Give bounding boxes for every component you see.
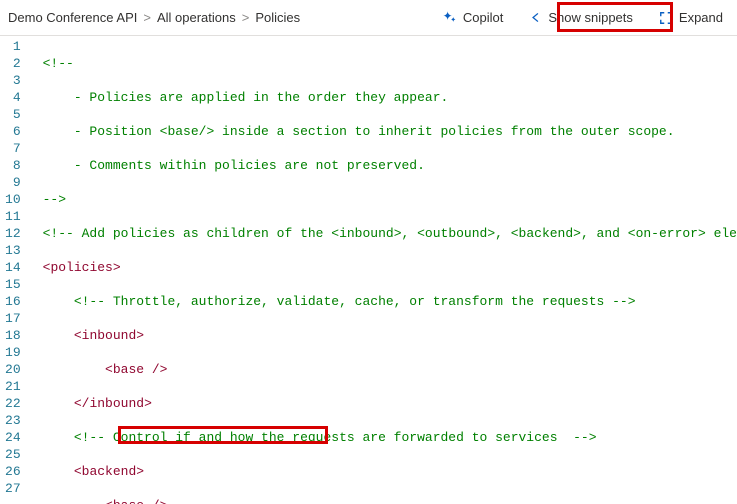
line-number: 14 bbox=[0, 259, 21, 276]
code-token: base bbox=[113, 362, 144, 377]
code-token: <!-- Add policies as children of the <in… bbox=[43, 226, 737, 241]
line-number: 27 bbox=[0, 480, 21, 497]
line-number: 16 bbox=[0, 293, 21, 310]
line-number: 21 bbox=[0, 378, 21, 395]
breadcrumb-item-policies[interactable]: Policies bbox=[255, 10, 300, 25]
breadcrumb-item-operations[interactable]: All operations bbox=[157, 10, 236, 25]
code-token: - Comments within policies are not prese… bbox=[43, 158, 425, 173]
toolbar: Demo Conference API > All operations > P… bbox=[0, 0, 737, 36]
copilot-button[interactable]: Copilot bbox=[436, 6, 509, 29]
code-token: inbound bbox=[89, 396, 144, 411]
code-token: <!-- Throttle, authorize, validate, cach… bbox=[43, 294, 636, 309]
line-number: 15 bbox=[0, 276, 21, 293]
line-number: 11 bbox=[0, 208, 21, 225]
code-editor[interactable]: 1234567891011121314151617181920212223242… bbox=[0, 36, 737, 504]
line-number: 17 bbox=[0, 310, 21, 327]
breadcrumb-item-api[interactable]: Demo Conference API bbox=[8, 10, 137, 25]
code-token: policies bbox=[50, 260, 112, 275]
breadcrumb: Demo Conference API > All operations > P… bbox=[8, 10, 436, 25]
line-number: 26 bbox=[0, 463, 21, 480]
line-number: 4 bbox=[0, 89, 21, 106]
code-token: <!-- Control if and how the requests are… bbox=[43, 430, 597, 445]
copilot-label: Copilot bbox=[463, 10, 503, 25]
snippets-icon bbox=[529, 11, 542, 24]
line-number: 9 bbox=[0, 174, 21, 191]
line-number: 20 bbox=[0, 361, 21, 378]
show-snippets-label: Show snippets bbox=[548, 10, 633, 25]
line-number: 25 bbox=[0, 446, 21, 463]
code-token: base bbox=[113, 498, 144, 504]
line-number: 10 bbox=[0, 191, 21, 208]
show-snippets-button[interactable]: Show snippets bbox=[523, 6, 639, 29]
toolbar-actions: Copilot Show snippets Expand bbox=[436, 6, 729, 29]
copilot-icon bbox=[442, 10, 457, 25]
line-number: 24 bbox=[0, 429, 21, 446]
code-token: inbound bbox=[82, 328, 137, 343]
code-token: --> bbox=[43, 192, 66, 207]
breadcrumb-separator: > bbox=[143, 10, 151, 25]
line-number: 6 bbox=[0, 123, 21, 140]
line-number: 13 bbox=[0, 242, 21, 259]
expand-label: Expand bbox=[679, 10, 723, 25]
line-number: 23 bbox=[0, 412, 21, 429]
line-number-gutter: 1234567891011121314151617181920212223242… bbox=[0, 36, 29, 504]
line-number: 3 bbox=[0, 72, 21, 89]
code-token: backend bbox=[82, 464, 137, 479]
expand-icon bbox=[659, 11, 673, 25]
line-number: 2 bbox=[0, 55, 21, 72]
line-number: 18 bbox=[0, 327, 21, 344]
line-number: 5 bbox=[0, 106, 21, 123]
line-number: 8 bbox=[0, 157, 21, 174]
line-number: 22 bbox=[0, 395, 21, 412]
code-token: <!-- bbox=[43, 56, 74, 71]
code-token: - Policies are applied in the order they… bbox=[43, 90, 449, 105]
line-number: 7 bbox=[0, 140, 21, 157]
line-number: 1 bbox=[0, 38, 21, 55]
line-number: 12 bbox=[0, 225, 21, 242]
code-content[interactable]: <!-- - Policies are applied in the order… bbox=[29, 36, 737, 504]
line-number: 19 bbox=[0, 344, 21, 361]
expand-button[interactable]: Expand bbox=[653, 6, 729, 29]
code-token: - Position <base/> inside a section to i… bbox=[43, 124, 675, 139]
breadcrumb-separator: > bbox=[242, 10, 250, 25]
